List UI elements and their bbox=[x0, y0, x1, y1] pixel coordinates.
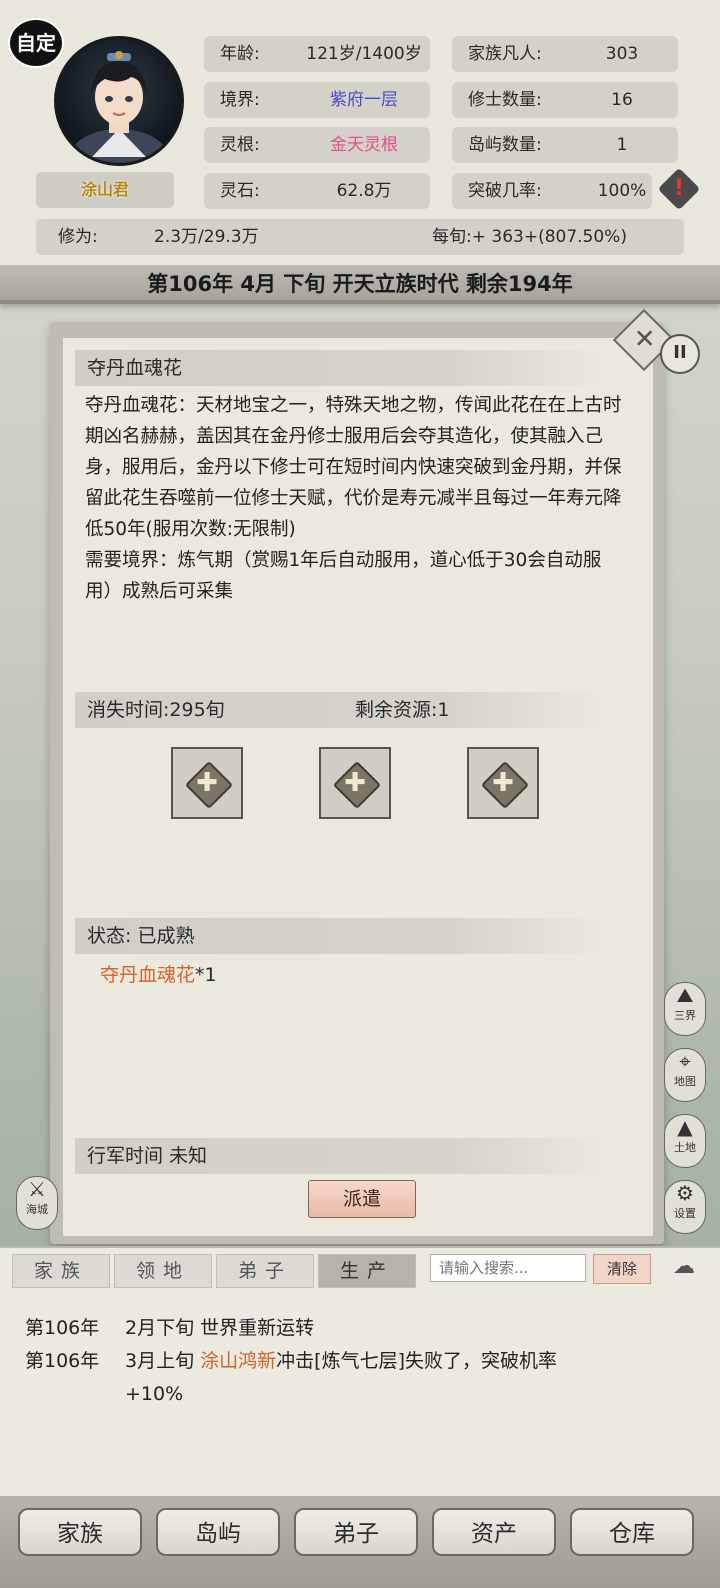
item-requirement: 需要境界：炼气期（赏赐1年后自动服用，道心低于30会自动服用）成熟后可采集 bbox=[85, 550, 602, 602]
stat-value: 62.8万 bbox=[336, 181, 392, 201]
log-entry-continued: +10% bbox=[125, 1378, 183, 1410]
nav-family[interactable]: 家族 bbox=[18, 1508, 142, 1556]
sword-icon: ⚔ bbox=[28, 1177, 46, 1201]
status-bar: 状态: 已成熟 bbox=[75, 918, 607, 954]
stat-family-mortals: 家族凡人: 303 bbox=[452, 36, 678, 72]
map-button[interactable]: ⌖ 地图 bbox=[664, 1048, 706, 1102]
stat-label: 家族凡人: bbox=[468, 44, 542, 64]
cultivation-label: 修为: bbox=[58, 227, 98, 247]
map-pin-icon: ⌖ bbox=[679, 1049, 691, 1073]
item-description: 夺丹血魂花：天材地宝之一，特殊天地之物，传闻此花在在上古时期凶名赫赫，盖因其在金… bbox=[85, 395, 622, 540]
vanish-time: 消失时间:295旬 bbox=[87, 699, 225, 721]
harvest-item-name: 夺丹血魂花 bbox=[100, 964, 196, 986]
sea-city-button[interactable]: ⚔ 海城 bbox=[16, 1176, 58, 1230]
item-title: 夺丹血魂花 bbox=[75, 350, 607, 386]
land-button[interactable]: ▲ 土地 bbox=[664, 1114, 706, 1168]
cultivation-bar: 修为: 2.3万/29.3万 每旬:+ 363+(807.50%) bbox=[36, 219, 684, 255]
stat-value: 1 bbox=[616, 135, 628, 155]
harvest-item: 夺丹血魂花*1 bbox=[100, 960, 217, 987]
stat-island-count: 岛屿数量: 1 bbox=[452, 127, 678, 163]
remaining-resource: 剩余资源:1 bbox=[355, 699, 450, 721]
stat-label: 灵根: bbox=[220, 135, 260, 155]
search-input[interactable] bbox=[430, 1254, 586, 1282]
stat-label: 年龄: bbox=[220, 44, 260, 64]
tab-disciples[interactable]: 弟子 bbox=[216, 1254, 314, 1288]
stat-value: 紫府一层 bbox=[330, 90, 398, 110]
mountain-icon: ⛰ bbox=[676, 983, 694, 1007]
custom-badge[interactable]: 自定 bbox=[8, 18, 64, 68]
avatar[interactable] bbox=[54, 36, 184, 166]
log-text: 冲击[炼气七层]失败了，突破机率 bbox=[276, 1350, 557, 1372]
stat-spirit-stone: 灵石: 62.8万 bbox=[204, 173, 430, 209]
log-text: +10% bbox=[125, 1383, 184, 1405]
item-description-block: 夺丹血魂花：天材地宝之一，特殊天地之物，传闻此花在在上古时期凶名赫赫，盖因其在金… bbox=[85, 390, 625, 607]
stat-label: 修士数量: bbox=[468, 90, 542, 110]
close-icon: ✕ bbox=[633, 324, 656, 355]
stat-label: 岛屿数量: bbox=[468, 135, 542, 155]
log-text: 3月上旬 bbox=[125, 1350, 201, 1372]
three-realms-button[interactable]: ⛰ 三界 bbox=[664, 982, 706, 1036]
stat-value: 121岁/1400岁 bbox=[306, 44, 422, 64]
cultivation-value: 2.3万/29.3万 bbox=[154, 227, 259, 247]
tab-territory[interactable]: 领地 bbox=[114, 1254, 212, 1288]
nav-islands[interactable]: 岛屿 bbox=[156, 1508, 280, 1556]
alert-icon[interactable]: ! bbox=[657, 167, 701, 211]
pause-icon: II bbox=[673, 342, 687, 363]
assign-slot-3[interactable]: ✚ bbox=[467, 747, 539, 819]
assign-slot-2[interactable]: ✚ bbox=[319, 747, 391, 819]
stat-label: 突破几率: bbox=[468, 181, 542, 201]
clear-button[interactable]: 清除 bbox=[593, 1254, 651, 1284]
stat-cultivator-count: 修士数量: 16 bbox=[452, 82, 678, 118]
cloud-icon[interactable]: ☁ bbox=[660, 1254, 708, 1282]
character-portrait-icon bbox=[69, 51, 169, 163]
tab-production[interactable]: 生产 bbox=[318, 1254, 416, 1288]
era-status: 第106年 4月 下旬 开天立族时代 剩余194年 bbox=[147, 272, 573, 296]
side-icon-label: 地图 bbox=[674, 1075, 696, 1088]
tab-family[interactable]: 家族 bbox=[12, 1254, 110, 1288]
log-highlight-name[interactable]: 涂山鸿新 bbox=[200, 1350, 276, 1372]
side-icon-label: 三界 bbox=[674, 1009, 696, 1022]
nav-disciples[interactable]: 弟子 bbox=[294, 1508, 418, 1556]
log-year: 第106年 bbox=[25, 1350, 100, 1372]
log-entry: 第106年 3月上旬 涂山鸿新冲击[炼气七层]失败了，突破机率 bbox=[25, 1345, 557, 1377]
log-year: 第106年 bbox=[25, 1317, 100, 1339]
nav-assets[interactable]: 资产 bbox=[432, 1508, 556, 1556]
gear-icon: ⚙ bbox=[676, 1181, 694, 1205]
plus-glyph: ✚ bbox=[492, 768, 514, 798]
stat-label: 灵石: bbox=[220, 181, 260, 201]
stat-value: 金天灵根 bbox=[330, 135, 398, 155]
item-dialog: 夺丹血魂花 夺丹血魂花：天材地宝之一，特殊天地之物，传闻此花在在上古时期凶名赫赫… bbox=[63, 338, 653, 1236]
stat-realm: 境界: 紫府一层 bbox=[204, 82, 430, 118]
resource-info-bar: 消失时间:295旬 剩余资源:1 bbox=[75, 692, 607, 728]
nav-warehouse[interactable]: 仓库 bbox=[570, 1508, 694, 1556]
march-time-bar: 行军时间 未知 bbox=[75, 1138, 607, 1174]
stat-spirit-root: 灵根: 金天灵根 bbox=[204, 127, 430, 163]
side-icon-label: 海城 bbox=[26, 1203, 48, 1216]
stat-breakthrough-rate: 突破几率: 100% bbox=[452, 173, 652, 209]
plus-glyph: ✚ bbox=[344, 768, 366, 798]
land-icon: ▲ bbox=[677, 1115, 693, 1139]
plus-glyph: ✚ bbox=[196, 768, 218, 798]
harvest-item-count: *1 bbox=[195, 964, 217, 986]
per-xun-gain: 每旬:+ 363+(807.50%) bbox=[432, 227, 627, 247]
side-icon-label: 设置 bbox=[674, 1207, 696, 1220]
settings-button[interactable]: ⚙ 设置 bbox=[664, 1180, 706, 1234]
stat-age: 年龄: 121岁/1400岁 bbox=[204, 36, 430, 72]
stat-value: 100% bbox=[597, 181, 647, 201]
pause-button[interactable]: II bbox=[660, 334, 700, 374]
stat-label: 境界: bbox=[220, 90, 260, 110]
assign-slot-1[interactable]: ✚ bbox=[171, 747, 243, 819]
log-entry: 第106年 2月下旬 世界重新运转 bbox=[25, 1312, 314, 1344]
stat-value: 16 bbox=[611, 90, 633, 110]
character-name: 涂山君 bbox=[36, 172, 174, 208]
dispatch-button[interactable]: 派遣 bbox=[308, 1180, 416, 1218]
side-icon-label: 土地 bbox=[674, 1141, 696, 1154]
stat-value: 303 bbox=[605, 44, 639, 64]
log-text: 2月下旬 世界重新运转 bbox=[125, 1317, 315, 1339]
